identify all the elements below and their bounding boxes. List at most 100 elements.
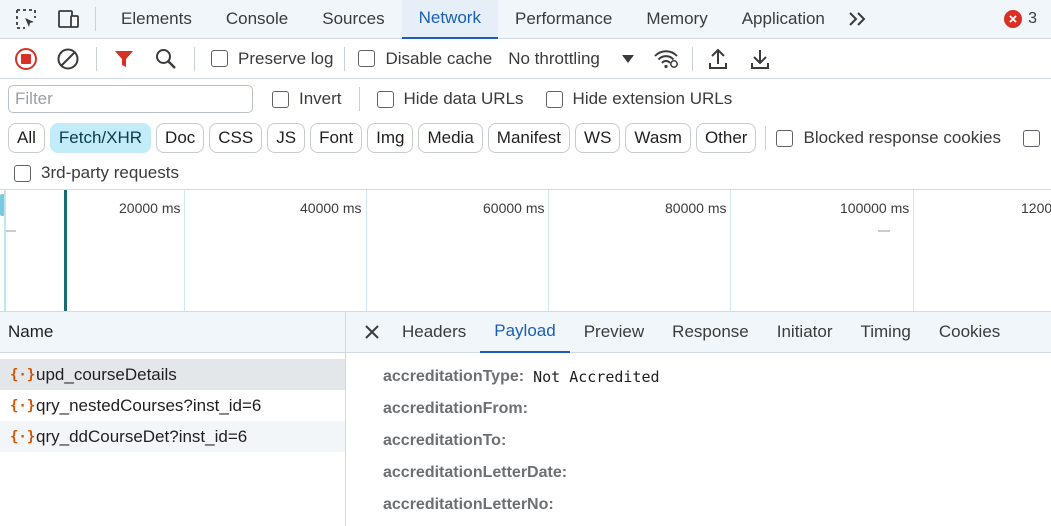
tab-memory[interactable]: Memory [629, 0, 724, 39]
devtools-tabbar: Elements Console Sources Network Perform… [0, 0, 1051, 39]
tick-label: 60000 ms [483, 200, 545, 216]
tick-label: 100000 ms [840, 200, 910, 216]
third-party-row: 3rd-party requests [0, 157, 1051, 190]
checkbox-box[interactable] [272, 90, 289, 108]
payload-row[interactable]: accreditationLetterDate: [346, 457, 1051, 489]
checkbox-box[interactable] [545, 90, 563, 108]
divider [96, 46, 97, 71]
payload-key: accreditationLetterDate: [383, 464, 568, 481]
payload-value: Not Accredited [533, 368, 660, 386]
network-conditions-icon[interactable] [652, 47, 680, 71]
error-icon[interactable] [1004, 10, 1023, 28]
divider [765, 126, 767, 150]
preserve-log-checkbox[interactable]: Preserve log [211, 49, 333, 69]
filter-icon[interactable] [113, 48, 135, 70]
tab-performance[interactable]: Performance [498, 0, 629, 39]
type-filter-font[interactable]: Font [310, 123, 363, 153]
detail-tab-response[interactable]: Response [658, 312, 763, 353]
request-row[interactable]: {·} qry_ddCourseDet?inst_id=6 [0, 421, 345, 452]
hide-extension-urls-checkbox[interactable]: Hide extension URLs [545, 89, 732, 109]
invert-label: Invert [299, 89, 342, 108]
tab-network[interactable]: Network [401, 0, 498, 39]
filter-row: Invert Hide data URLs Hide extension URL… [0, 79, 1051, 119]
payload-key: accreditationFrom: [383, 400, 528, 417]
detail-tab-timing[interactable]: Timing [846, 312, 924, 353]
throttling-value: No throttling [508, 48, 600, 68]
blocked-requests-checkbox[interactable] [1023, 129, 1040, 147]
type-filter-media[interactable]: Media [418, 123, 483, 153]
tab-sources[interactable]: Sources [305, 0, 401, 39]
checkbox-box[interactable] [358, 50, 376, 67]
divider [691, 46, 693, 71]
type-filter-ws[interactable]: WS [575, 123, 621, 153]
checkbox-box[interactable] [211, 50, 228, 67]
record-stop-icon[interactable] [14, 47, 38, 71]
preserve-log-label: Preserve log [238, 48, 334, 68]
detail-tab-payload[interactable]: Payload [480, 312, 570, 353]
checkbox-box[interactable] [14, 164, 31, 182]
payload-row[interactable]: accreditationType: Not Accredited [346, 361, 1051, 393]
type-filter-doc[interactable]: Doc [156, 123, 205, 153]
overview-playhead [64, 190, 67, 311]
detail-tab-preview[interactable]: Preview [570, 312, 658, 353]
throttling-select[interactable]: No throttling [508, 49, 634, 69]
payload-row[interactable]: accreditationLetterNo: [346, 489, 1051, 521]
inspect-element-icon[interactable] [13, 6, 39, 32]
filter-input[interactable] [8, 85, 253, 113]
tab-console[interactable]: Console [209, 0, 305, 39]
disable-cache-checkbox[interactable]: Disable cache [358, 49, 492, 69]
gridline [730, 190, 731, 311]
tab-elements[interactable]: Elements [104, 0, 209, 39]
request-name: qry_nestedCourses?inst_id=6 [36, 395, 262, 415]
payload-key: accreditationLetterNo: [383, 496, 554, 513]
more-tabs-icon[interactable] [846, 7, 870, 31]
export-har-icon[interactable] [749, 47, 771, 71]
request-list: Name {·} upd_courseDetails {·} qry_neste… [0, 312, 346, 526]
request-name: qry_ddCourseDet?inst_id=6 [36, 426, 248, 446]
blocked-response-cookies-checkbox[interactable]: Blocked response cookies [776, 128, 1001, 148]
fetch-xhr-icon: {·} [10, 366, 36, 383]
payload-row[interactable]: accreditationFrom: [346, 393, 1051, 425]
detail-tab-cookies[interactable]: Cookies [925, 312, 1014, 353]
gridline [913, 190, 914, 311]
name-column-header[interactable]: Name [0, 312, 345, 353]
gridline [548, 190, 549, 311]
hide-data-urls-checkbox[interactable]: Hide data URLs [376, 89, 524, 109]
invert-checkbox[interactable]: Invert [272, 89, 342, 109]
detail-tab-initiator[interactable]: Initiator [763, 312, 847, 353]
divider [358, 87, 360, 111]
payload-key: accreditationType: [383, 368, 525, 385]
device-toolbar-icon[interactable] [55, 6, 81, 32]
search-icon[interactable] [154, 47, 178, 71]
checkbox-box[interactable] [776, 129, 794, 147]
network-toolbar: Preserve log Disable cache No throttling [0, 39, 1051, 79]
type-filter-css[interactable]: CSS [209, 123, 263, 153]
close-icon[interactable] [362, 322, 382, 342]
type-filter-fetch-xhr[interactable]: Fetch/XHR [49, 123, 152, 153]
detail-tab-headers[interactable]: Headers [388, 312, 480, 353]
fetch-xhr-icon: {·} [10, 397, 36, 414]
request-row[interactable]: {·} upd_courseDetails [0, 359, 345, 390]
type-filter-js[interactable]: JS [267, 123, 306, 153]
tab-application[interactable]: Application [725, 0, 842, 39]
third-party-label: 3rd-party requests [41, 163, 179, 182]
gridline [184, 190, 185, 311]
type-filter-all[interactable]: All [8, 123, 45, 153]
import-har-icon[interactable] [707, 47, 729, 71]
third-party-checkbox[interactable]: 3rd-party requests [14, 163, 179, 183]
payload-row[interactable]: accreditationTo: [346, 425, 1051, 457]
type-filter-wasm[interactable]: Wasm [625, 123, 691, 153]
divider [344, 46, 346, 71]
tick-label: 40000 ms [300, 200, 362, 216]
type-filter-manifest[interactable]: Manifest [487, 123, 571, 153]
network-overview[interactable]: 20000 ms 40000 ms 60000 ms 80000 ms 1000… [0, 190, 1051, 312]
request-row[interactable]: {·} qry_nestedCourses?inst_id=6 [0, 390, 345, 421]
detail-tabbar: Headers Payload Preview Response Initiat… [346, 312, 1051, 353]
fetch-xhr-icon: {·} [10, 428, 36, 445]
error-count[interactable]: 3 [1028, 10, 1037, 28]
type-filter-other[interactable]: Other [695, 123, 757, 153]
clear-icon[interactable] [56, 47, 80, 71]
checkbox-box[interactable] [376, 90, 394, 108]
type-filter-img[interactable]: Img [367, 123, 414, 153]
resource-type-row: All Fetch/XHR Doc CSS JS Font Img Media … [0, 119, 1051, 157]
